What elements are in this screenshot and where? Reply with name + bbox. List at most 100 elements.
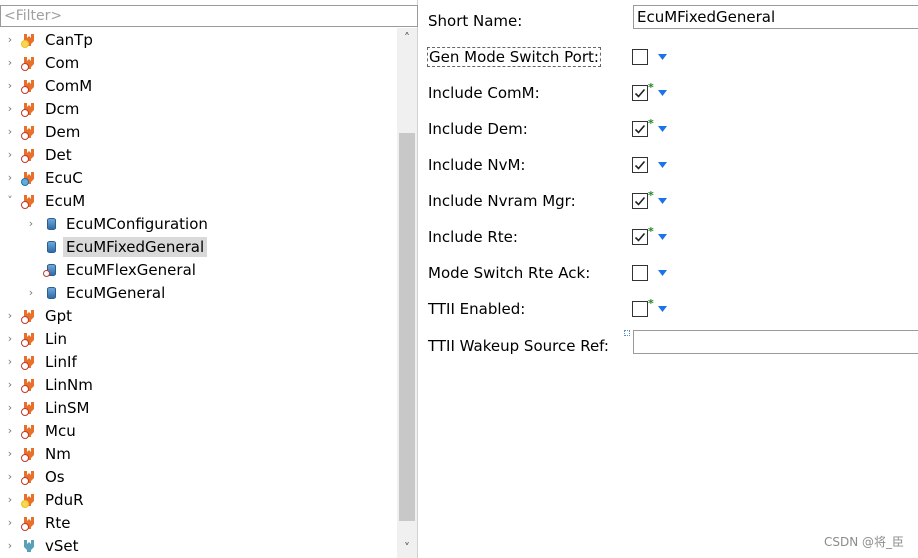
- module-icon: [21, 400, 38, 416]
- property-row: Include NvM:: [428, 153, 525, 177]
- module-icon: [21, 308, 38, 324]
- property-checkbox[interactable]: [632, 121, 648, 137]
- property-row: Include ComM:: [428, 81, 540, 105]
- property-label: Include Nvram Mgr:: [428, 192, 576, 210]
- wakeup-source-ref-input[interactable]: [633, 330, 918, 354]
- checkmark-icon: [634, 196, 646, 206]
- module-icon: [21, 492, 38, 508]
- chevron-right-icon[interactable]: ›: [4, 465, 16, 488]
- property-checkbox[interactable]: [632, 265, 648, 281]
- tree-node-label: Mcu: [45, 421, 76, 440]
- container-icon: [43, 285, 59, 301]
- dropdown-arrow-icon[interactable]: [657, 232, 667, 242]
- property-checkbox[interactable]: [632, 229, 648, 245]
- dropdown-arrow-icon[interactable]: [657, 124, 667, 134]
- dropdown-arrow-icon[interactable]: [657, 88, 667, 98]
- chevron-right-icon[interactable]: ›: [4, 143, 16, 166]
- property-checkbox[interactable]: [632, 49, 648, 65]
- module-icon: [22, 538, 38, 554]
- dropdown-arrow-icon[interactable]: [657, 304, 667, 314]
- tree-node[interactable]: › vSet: [4, 534, 82, 557]
- tree-node-label: Gpt: [45, 306, 73, 325]
- checkmark-icon: [634, 160, 646, 170]
- tree-node-label: LinIf: [45, 352, 77, 371]
- chevron-right-icon[interactable]: ›: [4, 419, 16, 442]
- module-tree: › CanTp › Com › ComM › Dcm › Dem › Det › EcuC ˅ EcuM › Ec…: [0, 28, 397, 558]
- tree-node[interactable]: › Mcu: [4, 419, 79, 442]
- container-icon: [43, 239, 59, 255]
- tree-node[interactable]: › EcuMGeneral: [25, 281, 168, 304]
- tree-node[interactable]: › LinSM: [4, 396, 93, 419]
- tree-node[interactable]: › Rte: [4, 511, 74, 534]
- chevron-right-icon[interactable]: ›: [4, 350, 16, 373]
- chevron-right-icon[interactable]: ›: [4, 396, 16, 419]
- tree-node[interactable]: › Det: [4, 143, 75, 166]
- tree-scrollbar[interactable]: ˄ ˅: [397, 28, 417, 558]
- tree-node[interactable]: ›EcuMFixedGeneral: [25, 235, 208, 258]
- chevron-right-icon[interactable]: ›: [25, 281, 37, 304]
- dropdown-arrow-icon[interactable]: [657, 160, 667, 170]
- tree-node[interactable]: › LinIf: [4, 350, 80, 373]
- chevron-right-icon[interactable]: ›: [4, 327, 16, 350]
- chevron-right-icon[interactable]: ›: [4, 74, 16, 97]
- filter-box[interactable]: [0, 5, 418, 27]
- tree-node[interactable]: › Com: [4, 51, 82, 74]
- tree-node[interactable]: › Dcm: [4, 97, 82, 120]
- chevron-right-icon[interactable]: ›: [25, 212, 37, 235]
- property-checkbox[interactable]: [632, 301, 648, 317]
- dropdown-arrow-icon[interactable]: [657, 196, 667, 206]
- scroll-up-icon[interactable]: ˄: [397, 28, 417, 48]
- scroll-down-icon[interactable]: ˅: [397, 538, 417, 558]
- property-row: TTII Enabled:: [428, 297, 525, 321]
- filter-input[interactable]: [1, 6, 417, 26]
- module-icon: [21, 193, 38, 209]
- tree-node-label: EcuMGeneral: [66, 283, 166, 302]
- tree-node[interactable]: › Dem: [4, 120, 83, 143]
- property-row: Include Nvram Mgr:: [428, 189, 576, 213]
- dropdown-arrow-icon[interactable]: [657, 52, 667, 62]
- chevron-right-icon[interactable]: ›: [4, 51, 16, 74]
- property-checkbox[interactable]: [632, 157, 648, 173]
- short-name-input[interactable]: EcuMFixedGeneral: [633, 5, 918, 29]
- tree-node[interactable]: ›EcuMFlexGeneral: [25, 258, 199, 281]
- tree-node[interactable]: › Gpt: [4, 304, 75, 327]
- chevron-right-icon[interactable]: ›: [4, 442, 16, 465]
- chevron-right-icon[interactable]: ›: [4, 488, 16, 511]
- tree-node[interactable]: ˅ EcuM: [4, 189, 88, 212]
- chevron-right-icon[interactable]: ›: [4, 97, 16, 120]
- property-checkbox[interactable]: [632, 85, 648, 101]
- tree-node-label: LinSM: [45, 398, 90, 417]
- tree-node[interactable]: › ComM: [4, 74, 95, 97]
- tree-node-label: vSet: [45, 536, 79, 555]
- tree-node[interactable]: › Os: [4, 465, 68, 488]
- scrollbar-thumb[interactable]: [399, 133, 415, 521]
- dropdown-arrow-icon[interactable]: [657, 268, 667, 278]
- property-label: Mode Switch Rte Ack:: [428, 264, 591, 282]
- property-label: Include Dem:: [428, 120, 528, 138]
- chevron-right-icon[interactable]: ›: [4, 166, 16, 189]
- tree-node-label: Nm: [45, 444, 71, 463]
- tree-node[interactable]: › CanTp: [4, 28, 96, 51]
- chevron-right-icon[interactable]: ›: [4, 120, 16, 143]
- property-row: Include Rte:: [428, 225, 518, 249]
- tree-node-label: Rte: [45, 513, 71, 532]
- chevron-down-icon[interactable]: ˅: [4, 189, 16, 212]
- tree-node-label: EcuM: [45, 191, 86, 210]
- chevron-right-icon[interactable]: ›: [4, 534, 16, 557]
- property-label: TTII Enabled:: [428, 300, 526, 318]
- module-icon: [21, 55, 38, 71]
- tree-node[interactable]: › Nm: [4, 442, 74, 465]
- tree-node[interactable]: › LinNm: [4, 373, 96, 396]
- chevron-right-icon[interactable]: ›: [4, 28, 16, 51]
- chevron-right-icon[interactable]: ›: [4, 373, 16, 396]
- tree-node[interactable]: › EcuC: [4, 166, 86, 189]
- tree-node[interactable]: › EcuMConfiguration: [25, 212, 211, 235]
- chevron-right-icon[interactable]: ›: [4, 511, 16, 534]
- chevron-right-icon[interactable]: ›: [4, 304, 16, 327]
- module-icon: [21, 170, 38, 186]
- tree-node[interactable]: › PduR: [4, 488, 87, 511]
- tree-node-label: EcuMFixedGeneral: [63, 236, 208, 257]
- tree-node[interactable]: › Lin: [4, 327, 70, 350]
- tree-node-label: LinNm: [45, 375, 93, 394]
- property-checkbox[interactable]: [632, 193, 648, 209]
